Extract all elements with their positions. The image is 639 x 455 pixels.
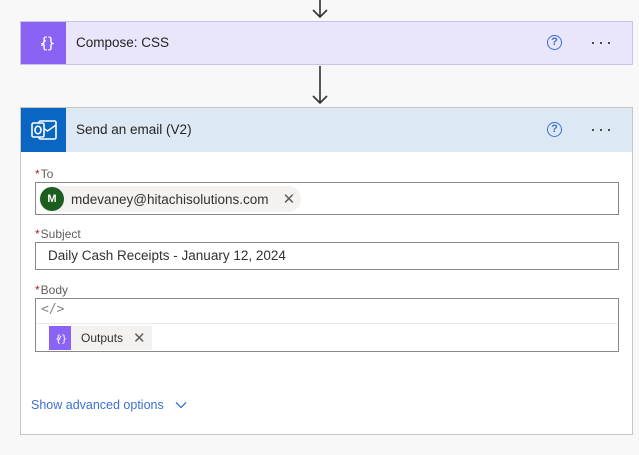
required-marker: *	[35, 167, 40, 181]
subject-label: *Subject	[35, 227, 81, 241]
send-email-title: Send an email (V2)	[76, 122, 192, 137]
body-label: *Body	[35, 283, 69, 297]
recipient-token: M mdevaney@hitachisolutions.com ✕	[39, 186, 302, 212]
svg-text:}: }	[61, 334, 67, 345]
dynamic-content-token: { } Outputs ✕	[49, 326, 152, 350]
send-email-card: Send an email (V2) ? ··· *To M mdevaney@…	[20, 107, 633, 435]
to-label: *To	[35, 167, 54, 181]
help-icon[interactable]: ?	[547, 122, 562, 137]
outlook-icon	[21, 108, 66, 152]
subject-value: Daily Cash Receipts - January 12, 2024	[48, 248, 286, 263]
compose-card[interactable]: { } Compose: CSS ? ···	[20, 21, 633, 65]
curly-braces-icon: { }	[21, 22, 66, 64]
recipient-email: mdevaney@hitachisolutions.com	[71, 191, 269, 207]
body-field[interactable]: </> { } Outputs ✕	[35, 298, 619, 352]
svg-text:}: }	[46, 34, 55, 52]
connector-arrow-middle	[310, 66, 330, 106]
help-icon[interactable]: ?	[547, 35, 562, 50]
remove-token-icon[interactable]: ✕	[133, 329, 146, 347]
remove-recipient-icon[interactable]: ✕	[283, 190, 296, 208]
more-options-icon[interactable]: ···	[590, 108, 614, 150]
required-marker: *	[35, 227, 40, 241]
chevron-down-icon	[175, 398, 187, 412]
avatar: M	[40, 187, 64, 211]
show-advanced-options-link[interactable]: Show advanced options	[31, 398, 187, 412]
curly-braces-icon: { }	[49, 326, 71, 350]
token-label: Outputs	[81, 331, 124, 345]
to-field[interactable]: M mdevaney@hitachisolutions.com ✕	[35, 182, 619, 215]
code-icon: </>	[41, 302, 65, 317]
more-options-icon[interactable]: ···	[590, 22, 614, 62]
compose-title: Compose: CSS	[76, 35, 170, 50]
connector-arrow-top	[310, 0, 330, 20]
subject-field[interactable]: Daily Cash Receipts - January 12, 2024	[35, 242, 619, 270]
send-email-header[interactable]: Send an email (V2) ? ···	[21, 108, 632, 152]
code-view-toggle[interactable]: </>	[36, 299, 618, 324]
required-marker: *	[35, 283, 40, 297]
